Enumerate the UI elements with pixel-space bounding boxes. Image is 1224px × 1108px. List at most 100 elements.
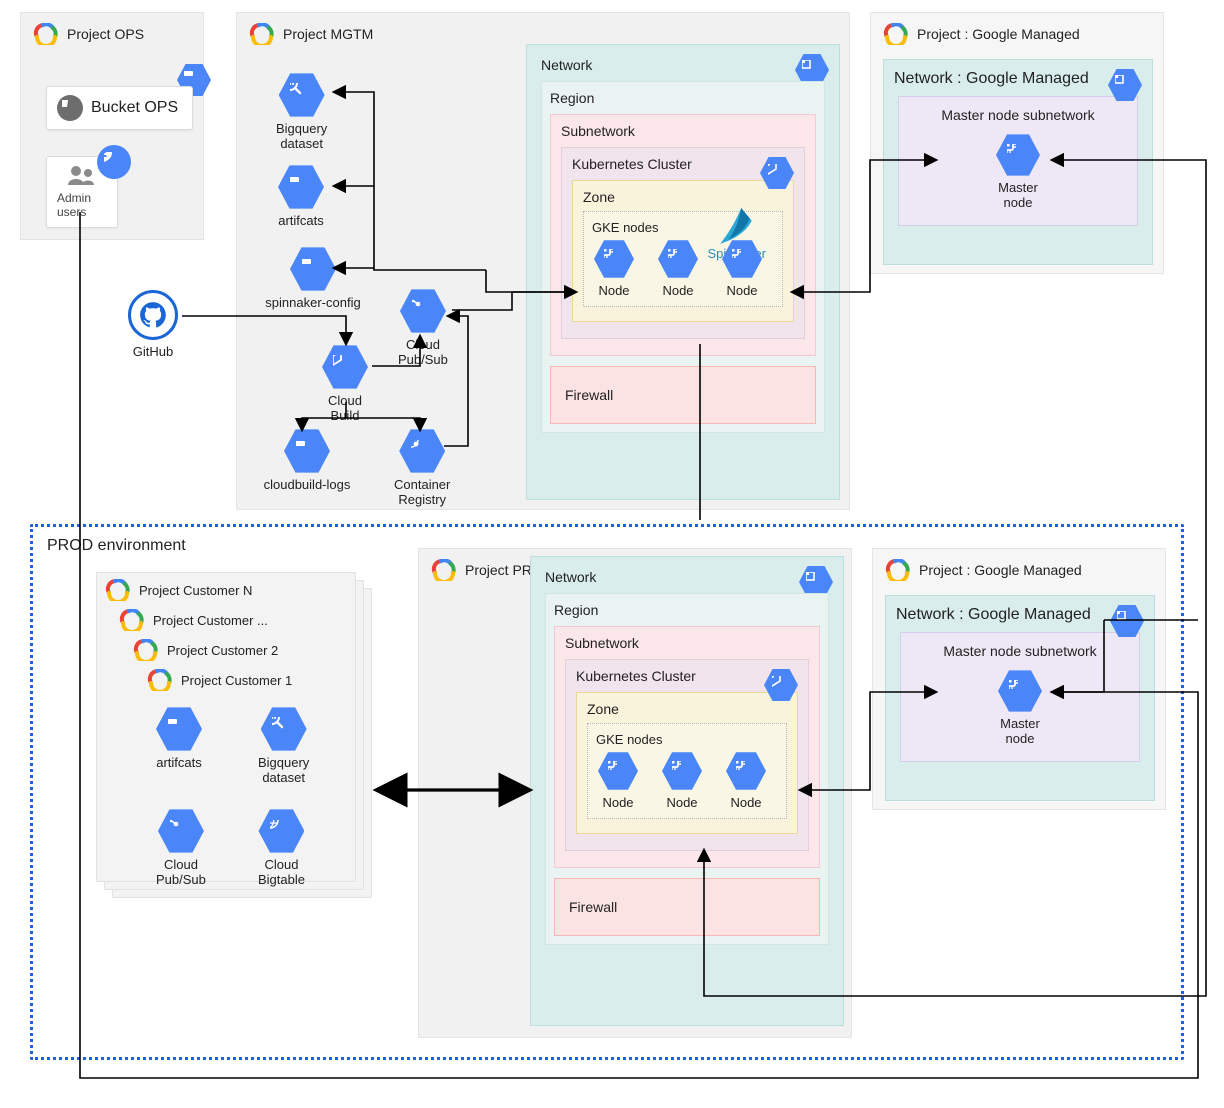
cloud-build-icon [322,344,368,390]
prod-node-row: Node Node Node [596,747,778,812]
users-icon [62,163,102,189]
panel-google-managed-top: Project : Google Managed Network : Googl… [870,12,1164,274]
customer-2-label: Project Customer 2 [167,643,278,658]
prod-k8s-cluster: Kubernetes Cluster Zone GKE nodes Node N… [565,659,809,851]
zone-label: Zone [583,189,783,205]
customer-dots-label: Project Customer ... [153,613,268,628]
gm-bottom-master-label: Master node [1000,717,1040,747]
gm-top-title: Project : Google Managed [917,26,1080,42]
pubsub-icon [158,808,204,854]
bucket-ops-label: Bucket OPS [91,99,178,117]
customer-project-stack: Project Customer N Project Customer ... … [96,572,396,912]
bigquery-dataset: Bigquery dataset [276,72,327,152]
gcp-icon [33,23,59,45]
cloud-pubsub: Cloud Pub/Sub [398,288,448,368]
bigquery-icon [279,72,325,118]
bigquery-icon [261,706,307,752]
cust-bigtable-label: Cloud Bigtable [258,858,305,888]
gcp-icon [431,559,457,581]
network-label: Network [541,567,833,587]
cust-artifacts-label: artifcats [156,756,202,771]
github: GitHub [128,290,178,359]
gcp-icon [119,609,145,631]
panel-google-managed-bottom: Project : Google Managed Network : Googl… [872,548,1166,810]
cloud-build: Cloud Build [322,344,368,424]
gm-top-network-label: Network : Google Managed [894,70,1142,88]
architecture-diagram: Project OPS Bucket OPS Admin users GitHu… [0,0,1224,1108]
project-mgtm-title: Project MGTM [283,26,373,42]
subnet-label: Subnetwork [561,123,805,139]
cloud-pubsub-label: Cloud Pub/Sub [398,338,448,368]
mgtm-gke-nodes: GKE nodes Spinnaker Node Node Node [583,211,783,307]
cloud-build-label: Cloud Build [328,394,362,424]
gm-top-master-label: Master node [998,181,1038,211]
node-2: Node [662,751,702,810]
spinnaker-config-label: spinnaker-config [265,296,360,311]
node-icon [594,239,634,279]
firewall-label: Firewall [565,387,613,403]
mgtm-firewall: Firewall [550,366,816,424]
customer-n-label: Project Customer N [139,583,252,598]
cust-bigquery-label: Bigquery dataset [258,756,309,786]
gcp-icon [105,579,131,601]
storage-icon [290,246,336,292]
region-label: Region [554,602,820,618]
node-icon [726,751,766,791]
k8s-badge-icon [760,156,794,190]
subnet-label: Subnetwork [565,635,809,651]
project-ops-title: Project OPS [67,26,144,42]
node-icon [658,239,698,279]
zone-label: Zone [587,701,787,717]
github-icon [128,290,178,340]
github-label: GitHub [133,344,173,359]
container-registry: Container Registry [394,428,450,508]
cust-artifacts: artifcats [156,706,202,771]
gm-top-master-subnetwork: Master node subnetwork Master node [898,96,1138,226]
k8s-badge-icon [764,668,798,702]
node-1: Node [594,239,634,298]
prod-region: Region Subnetwork Kubernetes Cluster Zon… [545,593,829,945]
gm-top-master-sub-label: Master node subnetwork [909,107,1127,123]
gke-label: GKE nodes [596,732,778,747]
prod-subnetwork: Subnetwork Kubernetes Cluster Zone GKE n… [554,626,820,868]
firewall-label: Firewall [569,899,617,915]
storage-icon [156,706,202,752]
gm-bottom-title: Project : Google Managed [919,562,1082,578]
gm-bottom-master-subnetwork: Master node subnetwork Master node [900,632,1140,762]
artifacts: artifcats [278,164,324,229]
bigtable-icon [258,808,304,854]
prod-firewall: Firewall [554,878,820,936]
mgtm-region: Region Subnetwork Kubernetes Cluster Zon… [541,81,825,433]
network-badge-icon [1108,68,1142,102]
gcp-icon [249,23,275,45]
mgtm-network: Network Region Subnetwork Kubernetes Clu… [526,44,840,500]
container-registry-label: Container Registry [394,478,450,508]
gm-bottom-master-sub-label: Master node subnetwork [911,643,1129,659]
container-registry-icon [399,428,445,474]
pubsub-icon [400,288,446,334]
region-label: Region [550,90,816,106]
network-label: Network [537,55,829,75]
network-badge-icon [1110,604,1144,638]
customer-1-label: Project Customer 1 [181,673,292,688]
admin-users-label: Admin users [57,191,107,219]
node-2: Node [658,239,698,298]
node-icon [662,751,702,791]
node-icon [598,751,638,791]
artifacts-label: artifcats [278,214,324,229]
cloudbuild-logs: cloudbuild-logs [252,428,362,493]
storage-icon [278,164,324,210]
master-node-icon [996,133,1040,177]
admin-users-card: Admin users [46,156,118,228]
iam-shield-icon [97,145,131,179]
gcp-icon [147,669,173,691]
prod-gke-nodes: GKE nodes Node Node Node [587,723,787,819]
cust-pubsub-label: Cloud Pub/Sub [156,858,206,888]
cloudbuild-logs-label: cloudbuild-logs [264,478,351,493]
node-3: Node [726,751,766,810]
prod-env-title: PROD environment [47,537,186,555]
gcp-icon [133,639,159,661]
spinnaker-config: spinnaker-config [258,246,368,311]
node-1: Node [598,751,638,810]
cust-bigtable: Cloud Bigtable [258,808,305,888]
